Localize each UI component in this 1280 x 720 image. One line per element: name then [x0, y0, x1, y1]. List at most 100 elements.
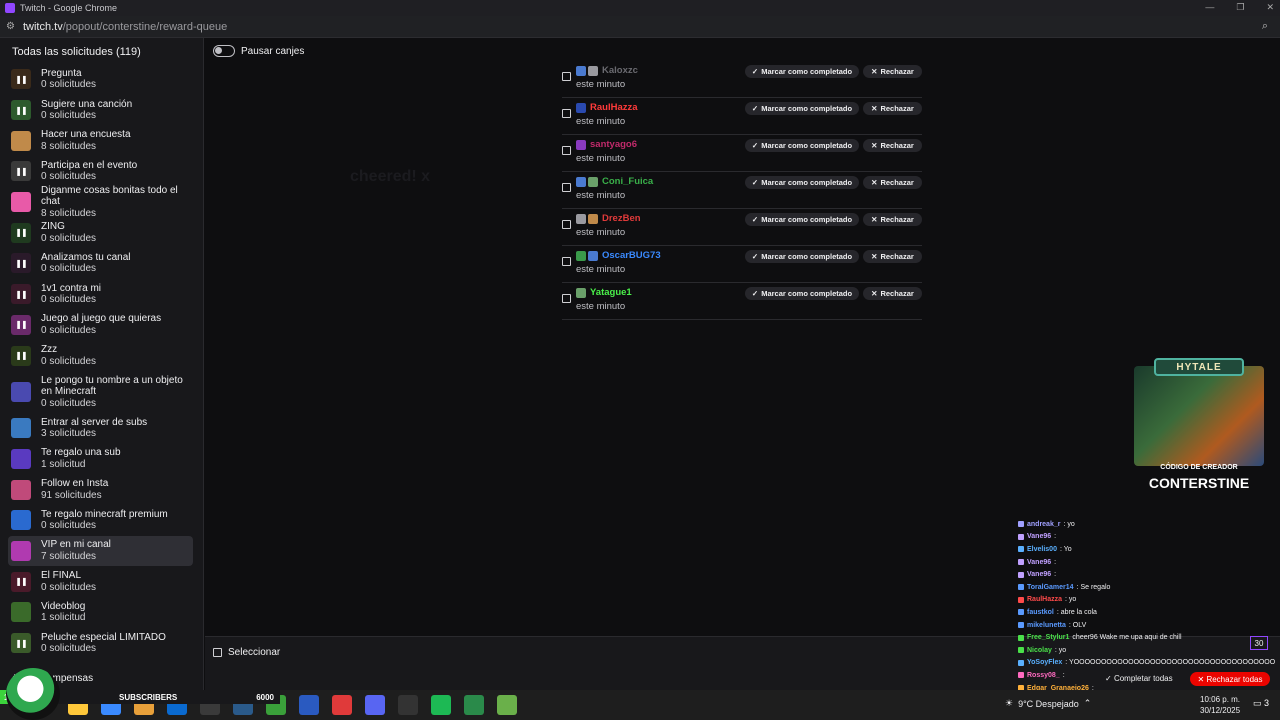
address-bar[interactable]: ⚙ twitch.tv /popout/conterstine/reward-q…	[0, 16, 1280, 38]
reward-label: Entrar al server de subs	[41, 416, 148, 428]
request-username[interactable]: RaulHazza	[590, 102, 638, 113]
all-requests-item[interactable]: Todas las solicitudes (119)	[0, 38, 203, 64]
mark-complete-button[interactable]: ✓ Marcar como completado	[745, 102, 859, 115]
sidebar-reward-item[interactable]: VIP en mi canal 7 solicitudes	[8, 535, 193, 567]
taskbar-app-icon[interactable]	[431, 695, 451, 715]
chevron-up-icon[interactable]: ⌃	[1084, 698, 1092, 709]
chat-username[interactable]: ToralGamer14	[1027, 584, 1074, 591]
request-username[interactable]: santyago6	[590, 139, 637, 150]
taskbar-app-icon[interactable]	[464, 695, 484, 715]
badge-icon	[588, 214, 598, 224]
taskbar-clock[interactable]: 10:06 p. m. 30/12/2025	[1200, 694, 1240, 716]
chat-badge-icon	[1018, 647, 1024, 654]
sidebar-reward-item[interactable]: Peluche especial LIMITADO0 solicitudes	[8, 628, 193, 659]
chat-username[interactable]: faustkol	[1027, 609, 1054, 616]
mark-complete-button[interactable]: ✓ Marcar como completado	[745, 139, 859, 152]
reject-button[interactable]: ✕ Rechazar	[863, 139, 922, 152]
sidebar-reward-item[interactable]: Te regalo una sub 1 solicitud	[8, 444, 193, 475]
mark-complete-button[interactable]: ✓ Marcar como completado	[745, 176, 859, 189]
sidebar-reward-item[interactable]: Diganme cosas bonitas todo el chat 8 soli…	[8, 185, 193, 219]
user-badges	[576, 288, 586, 298]
chat-username[interactable]: RaulHazza	[1027, 596, 1062, 603]
request-checkbox[interactable]	[562, 109, 571, 118]
mark-complete-button[interactable]: ✓ Marcar como completado	[745, 287, 859, 300]
chat-badge-icon	[1018, 672, 1024, 679]
sidebar-reward-item[interactable]: Te regalo minecraft premium 0 solicitudes	[8, 505, 193, 536]
chat-username[interactable]: Vane96	[1027, 559, 1051, 566]
request-username[interactable]: OscarBUG73	[602, 250, 661, 261]
pause-redemptions[interactable]: Pausar canjes	[213, 45, 304, 57]
reject-button[interactable]: ✕ Rechazar	[863, 65, 922, 78]
sidebar-reward-item[interactable]: 1v1 contra mi0 solicitudes	[8, 279, 193, 310]
chat-username[interactable]: Elvelis00	[1027, 546, 1057, 553]
badge-icon	[576, 177, 586, 187]
chat-username[interactable]: Free_Stylur1	[1027, 634, 1069, 641]
site-settings-icon[interactable]: ⚙	[6, 21, 15, 32]
reject-button[interactable]: ✕ Rechazar	[863, 213, 922, 226]
request-username[interactable]: Coni_Fuica	[602, 176, 653, 187]
request-username[interactable]: Kaloxzc	[602, 65, 638, 76]
sidebar-reward-item[interactable]: Analizamos tu canal0 solicitudes	[8, 248, 193, 279]
reject-button[interactable]: ✕ Rechazar	[863, 176, 922, 189]
request-checkbox[interactable]	[562, 146, 571, 155]
taskbar-app-icon[interactable]	[365, 695, 385, 715]
weather-text: 9°C Despejado	[1018, 698, 1079, 709]
chat-username[interactable]: Vane96	[1027, 533, 1051, 540]
chat-username[interactable]: YoSoyFlex	[1027, 659, 1062, 666]
request-checkbox[interactable]	[562, 220, 571, 229]
pause-icon	[11, 571, 31, 592]
request-username[interactable]: Yatague1	[590, 287, 632, 298]
sidebar-reward-item[interactable]: El FINAL0 solicitudes	[8, 566, 193, 597]
mark-complete-button[interactable]: ✓ Marcar como completado	[745, 213, 859, 226]
minimize-icon[interactable]: —	[1205, 2, 1214, 13]
notification-center[interactable]: ▭ 3	[1253, 698, 1269, 709]
sword-icon	[11, 381, 31, 402]
zoom-icon[interactable]: ⌕	[1262, 20, 1268, 33]
request-checkbox[interactable]	[562, 183, 571, 192]
request-checkbox[interactable]	[562, 294, 571, 303]
chat-username[interactable]: Nicolay	[1027, 647, 1052, 654]
reject-label: Rechazar	[880, 289, 914, 298]
pause-icon	[11, 69, 31, 90]
request-checkbox[interactable]	[562, 257, 571, 266]
sidebar-reward-item[interactable]: Videoblog 1 solicitud	[8, 597, 193, 628]
sidebar-reward-item[interactable]: Hacer una encuesta 8 solicitudes	[8, 125, 193, 156]
reject-button[interactable]: ✕ Rechazar	[863, 250, 922, 263]
chat-username[interactable]: mikelunetta	[1027, 622, 1066, 629]
chat-text: : yo	[1054, 646, 1067, 654]
sidebar-reward-item[interactable]: Participa en el evento0 solicitudes	[8, 156, 193, 187]
reject-button[interactable]: ✕ Rechazar	[863, 287, 922, 300]
game-art-image	[1134, 366, 1264, 466]
chat-username[interactable]: andreak_r	[1027, 521, 1060, 528]
taskbar-app-icon[interactable]	[299, 695, 319, 715]
user-badges	[576, 140, 586, 150]
select-all[interactable]: Seleccionar	[213, 647, 280, 658]
chat-username[interactable]: Rossy08_	[1027, 672, 1060, 679]
taskbar-app-icon[interactable]	[497, 695, 517, 715]
chat-text: :	[1054, 558, 1057, 566]
request-username[interactable]: DrezBen	[602, 213, 641, 224]
taskbar-app-icon[interactable]	[398, 695, 418, 715]
request-row: Yatague1 este minuto ✓ Marcar como completa…	[562, 283, 922, 320]
taskbar-app-icon[interactable]	[332, 695, 352, 715]
close-icon[interactable]: ✕	[1266, 2, 1274, 13]
restore-icon[interactable]: ❐	[1236, 2, 1244, 13]
chat-overlay: andreak_r: yo Vane96: Elvelis00: Yo Vane96:…	[1018, 518, 1280, 692]
sidebar-reward-item[interactable]: Pregunta0 solicitudes	[8, 64, 193, 95]
pause-toggle[interactable]	[213, 45, 235, 57]
sidebar-reward-item[interactable]: Sugiere una canción0 solicitudes	[8, 95, 193, 126]
sidebar-reward-item[interactable]: Entrar al server de subs 3 solicitudes	[8, 413, 193, 444]
sidebar-reward-item[interactable]: ZING0 solicitudes	[8, 217, 193, 248]
sidebar-reward-item[interactable]: Juego al juego que quieras0 solicitudes	[8, 310, 193, 341]
select-all-checkbox[interactable]	[213, 648, 222, 657]
sidebar-reward-item[interactable]: Follow en Insta 91 solicitudes	[8, 474, 193, 505]
mark-complete-button[interactable]: ✓ Marcar como completado	[745, 65, 859, 78]
sidebar-reward-item[interactable]: Zzz0 solicitudes	[8, 340, 193, 371]
reject-button[interactable]: ✕ Rechazar	[863, 102, 922, 115]
reward-sidebar: Todas las solicitudes (119) Pregunta0 so…	[0, 38, 204, 690]
request-checkbox[interactable]	[562, 72, 571, 81]
mark-complete-button[interactable]: ✓ Marcar como completado	[745, 250, 859, 263]
pause-icon	[11, 314, 31, 335]
sidebar-reward-item[interactable]: Le pongo tu nombre a un objeto en Minecr…	[8, 371, 193, 413]
chat-username[interactable]: Vane96	[1027, 571, 1051, 578]
